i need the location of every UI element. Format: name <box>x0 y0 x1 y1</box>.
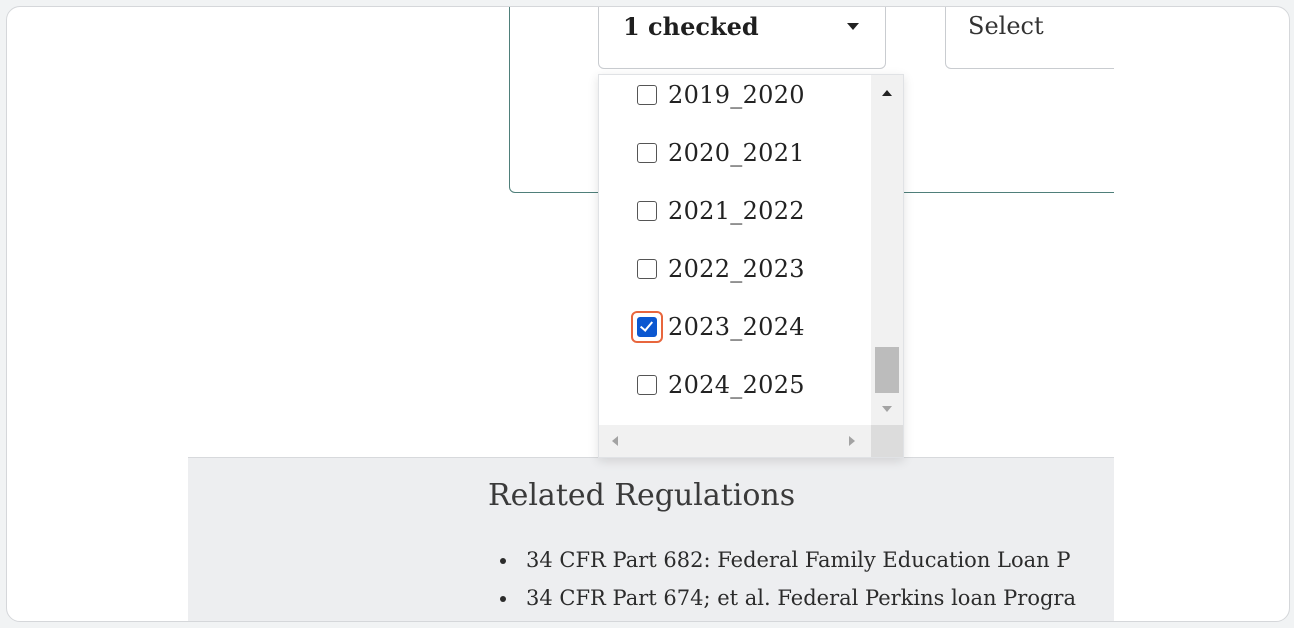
scroll-up-arrow-icon[interactable] <box>882 90 892 96</box>
regulations-list: 34 CFR Part 682: Federal Family Educatio… <box>488 546 1076 621</box>
years-multiselect[interactable]: 1 checked <box>598 7 886 69</box>
focus-ring <box>631 311 663 343</box>
checkbox[interactable] <box>637 143 657 163</box>
option-2021-2022[interactable]: 2021_2022 <box>637 191 805 231</box>
regulation-link[interactable]: 34 CFR Part 682: Federal Family Educatio… <box>488 546 1076 584</box>
checkbox-checked[interactable] <box>637 317 657 337</box>
scroll-left-arrow-icon[interactable] <box>612 436 618 446</box>
option-label: 2021_2022 <box>668 197 805 225</box>
option-label: 2019_2020 <box>668 81 805 109</box>
checkbox[interactable] <box>637 375 657 395</box>
option-2023-2024[interactable]: 2023_2024 <box>631 307 805 347</box>
option-2019-2020[interactable]: 2019_2020 <box>637 75 805 115</box>
checkbox[interactable] <box>637 259 657 279</box>
scroll-down-arrow-icon[interactable] <box>882 406 892 412</box>
related-regulations-section: Related Regulations 34 CFR Part 682: Fed… <box>188 457 1114 621</box>
option-2020-2021[interactable]: 2020_2021 <box>637 133 805 173</box>
secondary-select-value: Select <box>968 12 1044 40</box>
option-2024-2025[interactable]: 2024_2025 <box>637 365 805 405</box>
scroll-right-arrow-icon[interactable] <box>849 436 855 446</box>
checkbox[interactable] <box>637 201 657 221</box>
page-frame: 1 checked Select Related Regulations 34 … <box>6 6 1290 622</box>
secondary-select[interactable]: Select <box>945 7 1114 69</box>
checkbox[interactable] <box>637 85 657 105</box>
option-2022-2023[interactable]: 2022_2023 <box>637 249 805 289</box>
option-label: 2022_2023 <box>668 255 805 283</box>
years-select-value: 1 checked <box>623 12 759 41</box>
caret-down-icon <box>847 23 859 30</box>
option-label: 2024_2025 <box>668 371 805 399</box>
scrollbar-corner <box>871 425 903 457</box>
horizontal-scrollbar[interactable] <box>599 425 871 457</box>
scrollbar-thumb[interactable] <box>875 347 899 393</box>
option-label: 2023_2024 <box>668 313 805 341</box>
content-viewport: 1 checked Select Related Regulations 34 … <box>7 7 1114 621</box>
years-dropdown-list[interactable]: 2019_2020 2020_2021 2021_2022 2022_2023 <box>598 74 904 458</box>
vertical-scrollbar[interactable] <box>871 75 903 425</box>
option-label: 2020_2021 <box>668 139 805 167</box>
options-viewport: 2019_2020 2020_2021 2021_2022 2022_2023 <box>599 75 871 425</box>
section-title: Related Regulations <box>488 478 796 513</box>
regulation-link[interactable]: 34 CFR Part 674; et al. Federal Perkins … <box>488 584 1076 621</box>
